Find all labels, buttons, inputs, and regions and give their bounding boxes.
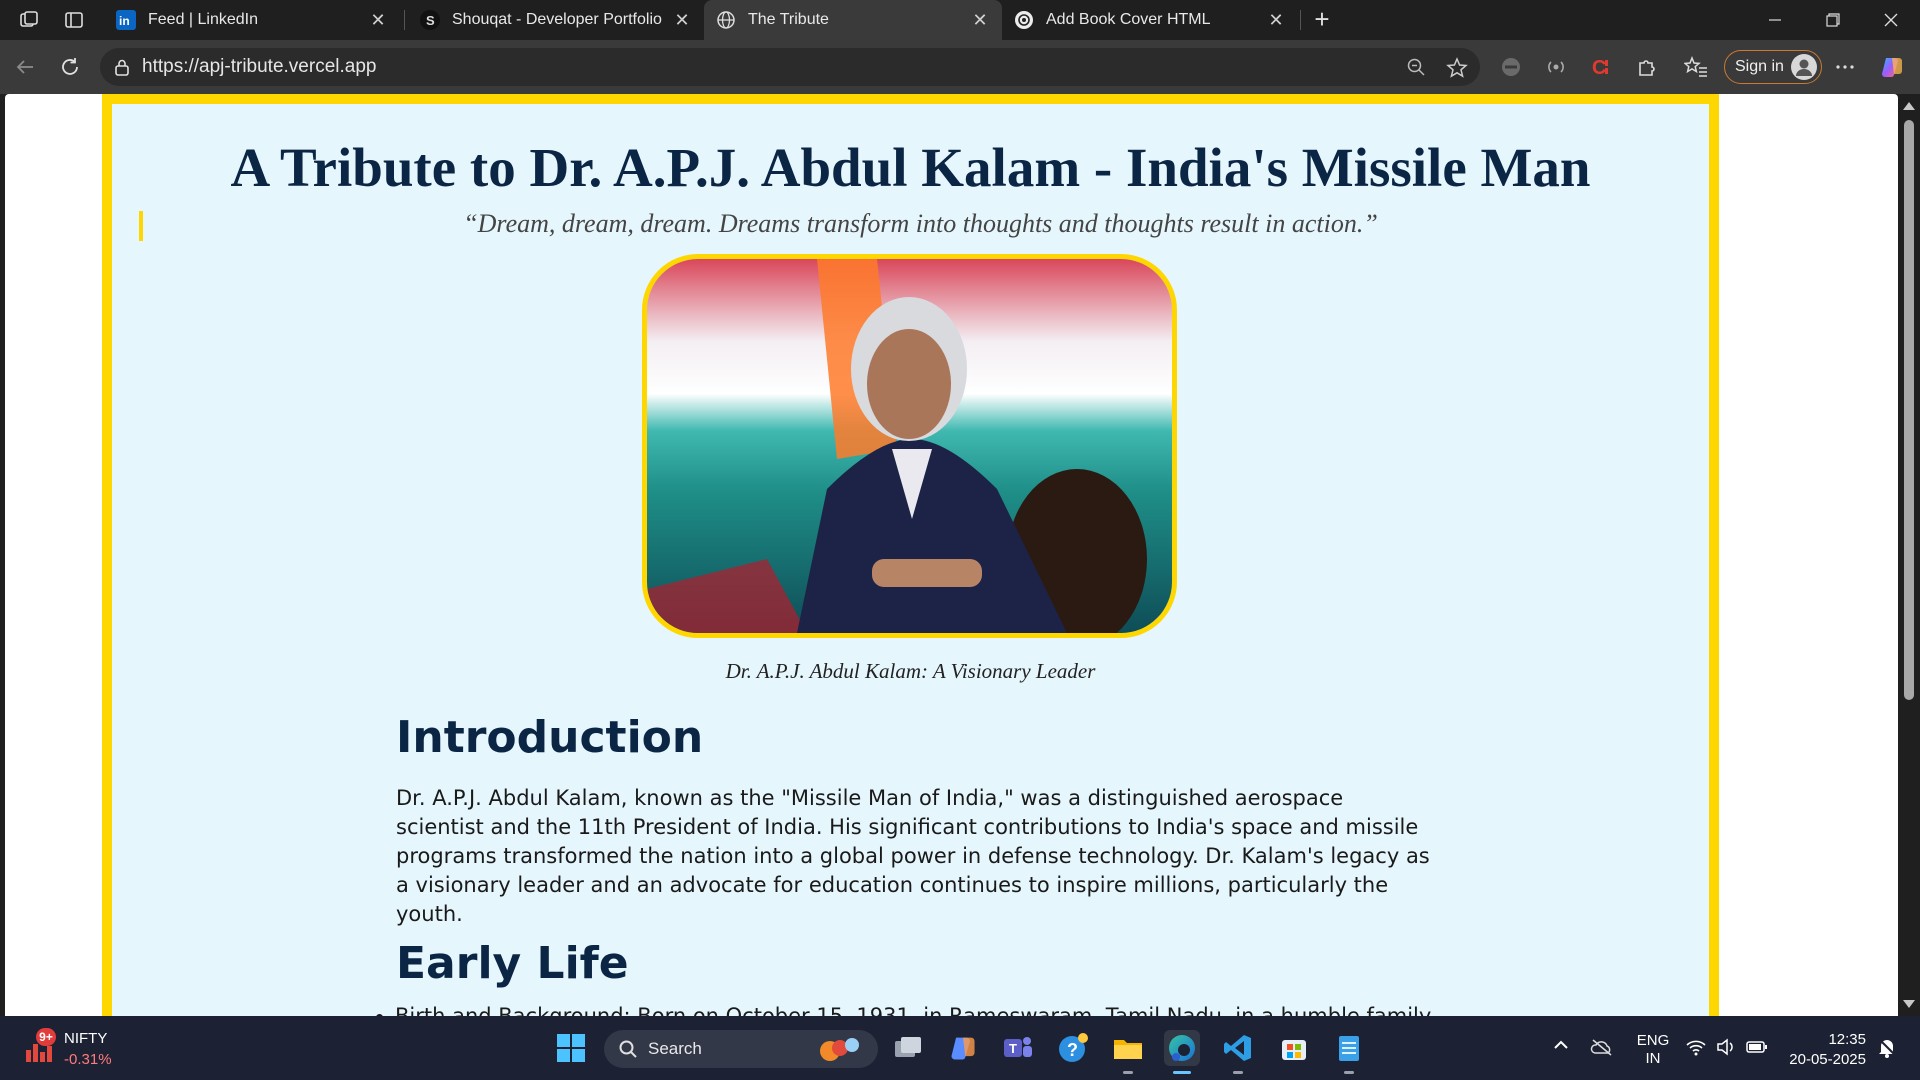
tribute-page: A Tribute to Dr. A.P.J. Abdul Kalam - In… xyxy=(102,94,1719,1016)
image-caption: Dr. A.P.J. Abdul Kalam: A Visionary Lead… xyxy=(725,659,1096,683)
svg-text:C: C xyxy=(1592,57,1606,78)
onedrive-offline-icon[interactable] xyxy=(1590,1038,1614,1061)
tab-title: The Tribute xyxy=(748,11,829,28)
tab-strip: in Feed | LinkedIn ✕ S Shouqat - Develop… xyxy=(0,0,1920,40)
globe-icon xyxy=(716,10,736,30)
copilot-taskbar-icon[interactable] xyxy=(945,1030,981,1066)
back-icon[interactable] xyxy=(10,52,40,82)
windows-taskbar: 9+ NIFTY -0.31% Search T ? ENG IN 12:35 … xyxy=(0,1016,1920,1080)
start-icon[interactable] xyxy=(553,1030,589,1066)
input-language[interactable]: ENG IN xyxy=(1634,1032,1672,1068)
close-tab-icon[interactable]: ✕ xyxy=(1266,10,1286,30)
widget-name[interactable]: NIFTY xyxy=(64,1030,107,1047)
section-heading-introduction: Introduction xyxy=(396,712,704,763)
notifications-icon[interactable] xyxy=(1876,1036,1898,1063)
taskbar-search[interactable]: Search xyxy=(604,1030,878,1068)
refresh-icon[interactable] xyxy=(55,52,85,82)
workspaces-icon[interactable] xyxy=(16,8,42,32)
sign-in-button[interactable]: Sign in xyxy=(1724,50,1822,84)
browser-toolbar: https://apj-tribute.vercel.app C Sign in xyxy=(0,40,1920,94)
page-title: A Tribute to Dr. A.P.J. Abdul Kalam - In… xyxy=(230,137,1591,198)
show-hidden-icons-icon[interactable] xyxy=(1552,1038,1570,1057)
lang-code: ENG xyxy=(1636,1032,1670,1049)
svg-text:T: T xyxy=(1009,1041,1017,1056)
extension-c-icon[interactable]: C xyxy=(1586,52,1616,82)
help-icon[interactable]: ? xyxy=(1055,1030,1091,1066)
list-item-text: Birth and Background: Born on October 15… xyxy=(395,1004,1436,1016)
tribute-quote: “Dream, dream, dream. Dreams transform i… xyxy=(463,209,1378,238)
zoom-out-icon[interactable] xyxy=(1406,57,1426,82)
region-code: IN xyxy=(1645,1050,1661,1067)
tab-book-cover[interactable]: Add Book Cover HTML ✕ xyxy=(1002,0,1298,40)
minimize-icon[interactable] xyxy=(1746,0,1804,40)
read-aloud-icon[interactable] xyxy=(1541,52,1571,82)
vscode-icon[interactable] xyxy=(1220,1030,1256,1074)
restore-icon[interactable] xyxy=(1804,0,1862,40)
search-icon xyxy=(619,1040,637,1058)
edge-icon[interactable] xyxy=(1164,1030,1200,1074)
tab-divider xyxy=(404,10,405,30)
svg-text:in: in xyxy=(119,14,130,28)
tab-the-tribute[interactable]: The Tribute ✕ xyxy=(704,0,1002,40)
close-tab-icon[interactable]: ✕ xyxy=(672,10,692,30)
wifi-icon[interactable] xyxy=(1686,1038,1706,1061)
s-logo-icon: S xyxy=(420,10,440,30)
file-explorer-icon[interactable] xyxy=(1110,1030,1146,1074)
lock-icon[interactable] xyxy=(112,57,132,82)
teams-icon[interactable]: T xyxy=(1000,1030,1036,1066)
tab-title: Feed | LinkedIn xyxy=(148,11,259,28)
tab-portfolio[interactable]: S Shouqat - Developer Portfolio ✕ xyxy=(408,0,704,40)
close-tab-icon[interactable]: ✕ xyxy=(368,10,388,30)
extensions-puzzle-icon[interactable] xyxy=(1631,52,1661,82)
svg-text:S: S xyxy=(426,13,435,28)
page-scrollbar[interactable] xyxy=(1898,94,1920,1016)
store-icon[interactable] xyxy=(1276,1030,1312,1066)
url-text: https://apj-tribute.vercel.app xyxy=(142,56,377,77)
widget-change[interactable]: -0.31% xyxy=(64,1051,112,1068)
tab-title: Shouqat - Developer Portfolio xyxy=(452,11,662,28)
new-tab-icon[interactable]: + xyxy=(1308,6,1336,34)
chatgpt-icon xyxy=(1014,10,1034,30)
widget-badge: 9+ xyxy=(36,1028,56,1046)
tab-linkedin[interactable]: in Feed | LinkedIn ✕ xyxy=(104,0,400,40)
scroll-up-icon[interactable] xyxy=(1903,102,1915,110)
close-window-icon[interactable] xyxy=(1862,0,1920,40)
clock-date: 20-05-2025 xyxy=(1789,1051,1866,1068)
task-view-icon[interactable] xyxy=(890,1030,926,1066)
linkedin-icon: in xyxy=(116,10,136,30)
list-item: Birth and Background: Born on October 15… xyxy=(376,1004,1476,1016)
search-label: Search xyxy=(648,1039,702,1058)
system-clock[interactable]: 12:35 20-05-2025 xyxy=(1782,1030,1866,1070)
sign-in-label: Sign in xyxy=(1735,58,1784,75)
section-heading-early-life: Early Life xyxy=(396,938,629,989)
address-bar[interactable]: https://apj-tribute.vercel.app xyxy=(100,48,1480,86)
vertical-tabs-icon[interactable] xyxy=(61,8,87,32)
clock-time: 12:35 xyxy=(1828,1031,1866,1048)
copilot-icon[interactable] xyxy=(1877,52,1907,82)
scrollbar-thumb[interactable] xyxy=(1904,120,1914,700)
avatar-icon xyxy=(1791,54,1817,80)
kalam-portrait-image xyxy=(642,254,1177,638)
volume-icon[interactable] xyxy=(1716,1038,1736,1061)
tracking-prevention-icon[interactable] xyxy=(1496,52,1526,82)
introduction-paragraph: Dr. A.P.J. Abdul Kalam, known as the "Mi… xyxy=(396,786,1430,926)
page-viewport: A Tribute to Dr. A.P.J. Abdul Kalam - In… xyxy=(5,94,1898,1016)
search-highlight-icon xyxy=(820,1038,859,1061)
notepad-icon[interactable] xyxy=(1331,1030,1367,1074)
tab-title: Add Book Cover HTML xyxy=(1046,11,1211,28)
battery-icon[interactable] xyxy=(1746,1038,1768,1061)
close-tab-icon[interactable]: ✕ xyxy=(970,10,990,30)
tab-divider xyxy=(1300,10,1301,30)
favorites-icon[interactable] xyxy=(1681,52,1711,82)
favorite-star-icon[interactable] xyxy=(1446,57,1468,84)
svg-text:?: ? xyxy=(1067,1040,1078,1060)
scroll-down-icon[interactable] xyxy=(1903,1000,1915,1008)
more-menu-icon[interactable] xyxy=(1830,52,1860,82)
